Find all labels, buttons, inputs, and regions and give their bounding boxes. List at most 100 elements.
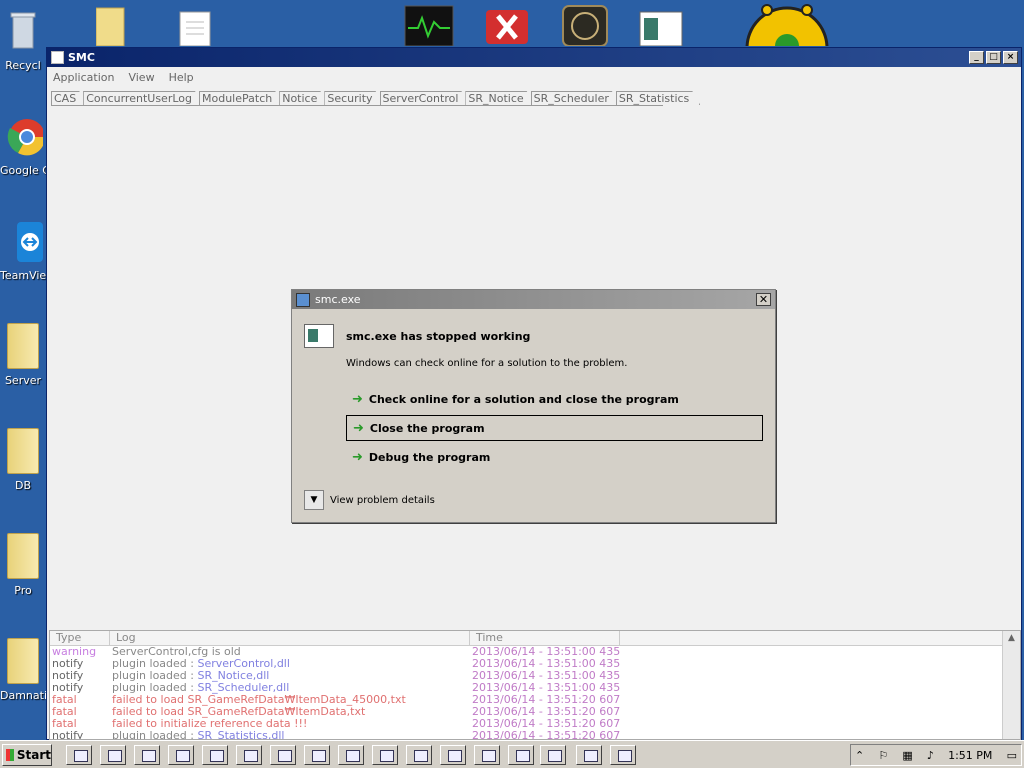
smc-exe-icon xyxy=(296,292,310,307)
tab-concurrentuserlog[interactable]: ConcurrentUserLog xyxy=(83,91,203,105)
tab-notice[interactable]: Notice xyxy=(279,91,328,105)
folder-icon xyxy=(7,428,39,474)
maximize-button[interactable]: □ xyxy=(986,51,1001,64)
tab-servercontrol[interactable]: ServerControl xyxy=(380,91,470,105)
folder-top-icon[interactable] xyxy=(95,0,126,49)
green-arrow-icon: ➜ xyxy=(353,420,364,436)
scroll-up-icon[interactable]: ▲ xyxy=(1003,631,1020,645)
taskbar-window-4[interactable] xyxy=(372,745,398,765)
debug-program-option[interactable]: ➜ Debug the program xyxy=(346,444,763,470)
show-desktop-icon[interactable]: ▭ xyxy=(1007,749,1017,762)
view-details-toggle[interactable]: ▼ View problem details xyxy=(304,490,435,510)
google-chrome-label: Google C xyxy=(0,164,50,177)
column-type-header[interactable]: Type xyxy=(50,631,110,645)
game-emblem-icon[interactable] xyxy=(560,0,610,49)
log-row[interactable]: notify plugin loaded : SR_Statistics,dll 2… xyxy=(50,730,1020,740)
taskbar-window-6[interactable] xyxy=(440,745,466,765)
window-app-icon[interactable] xyxy=(638,0,684,49)
log-message-target: SR_GameRefData₩ItemData,txt xyxy=(187,706,366,718)
column-log-header[interactable]: Log xyxy=(110,631,470,645)
taskbar-window-smc[interactable] xyxy=(540,745,566,765)
close-red-icon[interactable] xyxy=(484,0,530,49)
log-message-cell: failed to initialize reference data !!! xyxy=(110,718,470,730)
server-manager-icon[interactable] xyxy=(66,745,92,765)
pro-folder-label: Pro xyxy=(14,584,32,597)
recycle-bin-icon[interactable]: Recycl xyxy=(0,8,46,72)
bee-app-icon[interactable] xyxy=(100,745,126,765)
taskbar-window-3[interactable] xyxy=(338,745,364,765)
volume-muted-icon[interactable]: ♪ xyxy=(927,749,934,762)
log-message-target: ServerControl,dll xyxy=(197,658,290,670)
dialog-titlebar[interactable]: smc.exe xyxy=(292,290,775,309)
start-button[interactable]: Start xyxy=(2,744,52,766)
document-icon[interactable] xyxy=(178,0,212,49)
log-row[interactable]: notify plugin loaded : ServerControl,dll 2… xyxy=(50,658,1020,670)
log-row[interactable]: notify plugin loaded : SR_Scheduler,dll 20… xyxy=(50,682,1020,694)
folder-icon xyxy=(7,638,39,684)
log-row[interactable]: fatal failed to load SR_GameRefData₩ItemD… xyxy=(50,706,1020,718)
teamviewer-taskbar-icon[interactable] xyxy=(610,745,636,765)
log-time-cell: 2013/06/14 - 13:51:20 607 xyxy=(472,718,620,730)
security-badge-icon[interactable] xyxy=(168,745,194,765)
tab-cas[interactable]: CAS xyxy=(51,91,87,105)
tab-sr-notice[interactable]: SR_Notice xyxy=(465,91,534,105)
flag-icon[interactable]: ⚐ xyxy=(878,749,888,762)
menu-application[interactable]: Application xyxy=(53,71,114,84)
menubar: Application View Help xyxy=(47,67,1021,87)
log-scrollbar[interactable]: ▲ xyxy=(1002,631,1020,739)
tab-sr-scheduler[interactable]: SR_Scheduler xyxy=(531,91,620,105)
smiley-lifebuoy-icon[interactable] xyxy=(722,0,852,90)
error-dialog: smc.exe ✕ smc.exe has stopped working Wi… xyxy=(291,289,776,523)
teamviewer-shortcut[interactable]: TeamVie xyxy=(0,218,46,282)
taskbar-window-1[interactable] xyxy=(270,745,296,765)
log-message-cell: plugin loaded : SR_Statistics,dll xyxy=(110,730,470,739)
pro-folder[interactable]: Pro xyxy=(0,533,46,597)
chevron-down-icon[interactable]: ▼ xyxy=(304,490,324,510)
tab-modulepatch[interactable]: ModulePatch xyxy=(199,91,283,105)
server-folder[interactable]: Server xyxy=(0,323,46,387)
debug-program-label: Debug the program xyxy=(368,450,491,464)
google-chrome-shortcut[interactable]: Google C xyxy=(0,113,50,177)
check-online-option[interactable]: ➜ Check online for a solution and close … xyxy=(346,386,763,412)
network-icon[interactable]: ▦ xyxy=(902,749,912,762)
folder-icon xyxy=(7,323,39,369)
tab-divider xyxy=(51,105,663,106)
db-folder[interactable]: DB xyxy=(0,428,46,492)
explorer-icon[interactable] xyxy=(202,745,228,765)
log-panel: Type Log Time warning ServerControl,cfg i… xyxy=(49,630,1021,740)
trash-icon xyxy=(10,12,36,49)
log-row[interactable]: fatal failed to load SR_GameRefData₩ItemD… xyxy=(50,694,1020,706)
log-row[interactable]: notify plugin loaded : SR_Notice,dll 2013/… xyxy=(50,670,1020,682)
shield-app-icon[interactable] xyxy=(134,745,160,765)
window-titlebar[interactable]: SMC _ □ × xyxy=(47,48,1021,67)
taskbar-window-2[interactable] xyxy=(304,745,330,765)
log-message-prefix: failed to load xyxy=(112,706,188,718)
tray-expand-icon[interactable]: ⌃ xyxy=(855,749,864,762)
close-button[interactable]: × xyxy=(1003,51,1018,64)
server-folder-label: Server xyxy=(4,374,42,387)
log-body: warning ServerControl,cfg is old 2013/06/1… xyxy=(50,646,1020,740)
tab-sr-statistics[interactable]: SR_Statistics xyxy=(616,91,700,105)
log-type-cell: notify xyxy=(52,730,84,740)
damnation-folder[interactable]: Damnati xyxy=(0,638,47,702)
minimize-button[interactable]: _ xyxy=(969,51,984,64)
log-row[interactable]: fatal failed to initialize reference data… xyxy=(50,718,1020,730)
chrome-icon xyxy=(7,119,46,156)
tools-icon[interactable] xyxy=(576,745,602,765)
close-program-option[interactable]: ➜ Close the program xyxy=(346,415,763,441)
log-message-prefix: ServerControl,cfg is old xyxy=(112,646,241,658)
taskbar-window-8[interactable] xyxy=(508,745,534,765)
tab-security[interactable]: Security xyxy=(324,91,383,105)
taskbar-window-5[interactable] xyxy=(406,745,432,765)
log-time-cell: 2013/06/14 - 13:51:20 607 xyxy=(472,730,620,740)
menu-help[interactable]: Help xyxy=(169,71,194,84)
dialog-close-button[interactable]: ✕ xyxy=(756,293,771,306)
column-time-header[interactable]: Time xyxy=(470,631,620,645)
log-row[interactable]: warning ServerControl,cfg is old 2013/06/1… xyxy=(50,646,1020,658)
window-title: SMC xyxy=(68,51,95,64)
menu-view[interactable]: View xyxy=(128,71,154,84)
cmd-icon[interactable] xyxy=(236,745,262,765)
performance-monitor-icon[interactable] xyxy=(404,0,454,49)
clock[interactable]: 1:51 PM xyxy=(948,749,992,762)
taskbar-window-7[interactable] xyxy=(474,745,500,765)
